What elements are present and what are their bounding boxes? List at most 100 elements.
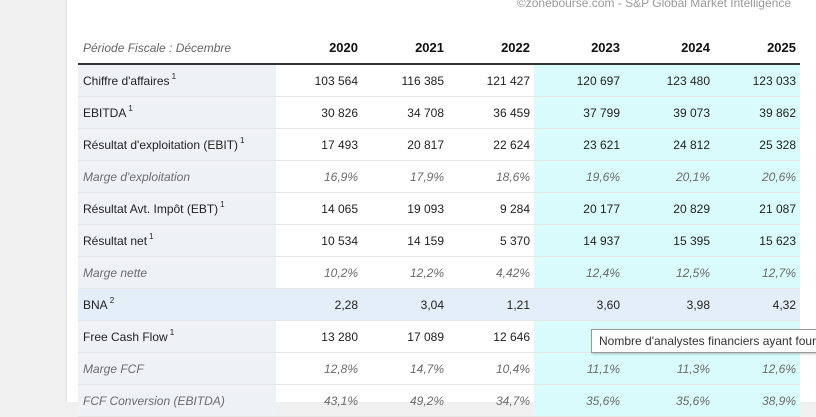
value-cell: 37 799 xyxy=(534,96,624,129)
value-cell: 13 280 xyxy=(276,320,362,353)
value-cell: 12,2% xyxy=(362,256,448,289)
row-label[interactable]: Free Cash Flow 1 xyxy=(78,320,276,353)
value-cell: 3,98 xyxy=(624,288,714,321)
row-label[interactable]: Chiffre d'affaires 1 xyxy=(78,64,276,97)
table-row: BNA 2 2,28 3,04 1,21 3,60 3,98 4,32 xyxy=(78,288,800,321)
footnote-marker[interactable]: 2 xyxy=(110,296,114,305)
row-label-text: FCF Conversion (EBITDA) xyxy=(83,393,225,408)
row-label-text: Résultat net xyxy=(83,233,148,248)
value-cell: 17 493 xyxy=(276,128,362,161)
footnote-marker[interactable]: 1 xyxy=(240,136,244,145)
value-cell: 123 033 xyxy=(714,64,800,97)
table-row: Chiffre d'affaires 1 103 564 116 385 121 427… xyxy=(78,64,800,97)
value-cell: 4,42% xyxy=(448,256,534,289)
value-cell: 43,1% xyxy=(276,384,362,417)
value-cell: 22 624 xyxy=(448,128,534,161)
row-label[interactable]: Marge d'exploitation xyxy=(78,160,276,193)
value-cell: 5 370 xyxy=(448,224,534,257)
value-cell: 9 284 xyxy=(448,192,534,225)
value-cell: 20,1% xyxy=(624,160,714,193)
value-cell: 10 534 xyxy=(276,224,362,257)
row-label[interactable]: Marge FCF xyxy=(78,352,276,385)
value-cell: 120 697 xyxy=(534,64,624,97)
row-label[interactable]: Marge nette xyxy=(78,256,276,289)
value-cell: 4,32 xyxy=(714,288,800,321)
row-label[interactable]: Résultat d'exploitation (EBIT) 1 xyxy=(78,128,276,161)
value-cell: 12,4% xyxy=(534,256,624,289)
value-cell: 15 623 xyxy=(714,224,800,257)
row-label[interactable]: EBITDA 1 xyxy=(78,96,276,129)
value-cell: 10,4% xyxy=(448,352,534,385)
table-row: FCF Conversion (EBITDA) 43,1% 49,2% 34,7% 35… xyxy=(78,384,800,417)
table-row: Résultat Avt. Impôt (EBT) 1 14 065 19 093 9 … xyxy=(78,192,800,225)
footnote-marker[interactable]: 1 xyxy=(172,72,176,81)
row-label[interactable]: FCF Conversion (EBITDA) xyxy=(78,384,276,417)
value-cell: 16,9% xyxy=(276,160,362,193)
value-cell: 14,7% xyxy=(362,352,448,385)
table-row: Marge d'exploitation 16,9% 17,9% 18,6% 19,6%… xyxy=(78,160,800,193)
row-label-text: Marge FCF xyxy=(83,361,144,376)
value-cell: 20 177 xyxy=(534,192,624,225)
year-header: 2022 xyxy=(448,32,534,65)
value-cell: 10,2% xyxy=(276,256,362,289)
value-cell: 12,8% xyxy=(276,352,362,385)
table-row: Marge nette 10,2% 12,2% 4,42% 12,4% 12,5% 12,7… xyxy=(78,256,800,289)
row-label-text: Free Cash Flow xyxy=(83,329,168,344)
fiscal-period-label: Période Fiscale : Décembre xyxy=(78,32,276,65)
value-cell: 12,7% xyxy=(714,256,800,289)
value-cell: 3,60 xyxy=(534,288,624,321)
value-cell: 35,6% xyxy=(624,384,714,417)
value-cell: 103 564 xyxy=(276,64,362,97)
value-cell: 25 328 xyxy=(714,128,800,161)
value-cell: 17,9% xyxy=(362,160,448,193)
value-cell: 20 829 xyxy=(624,192,714,225)
source-credit: ©zonebourse.com - S&P Global Market Inte… xyxy=(516,0,791,10)
table-row: EBITDA 1 30 826 34 708 36 459 37 799 39 073 39 … xyxy=(78,96,800,129)
value-cell: 15 395 xyxy=(624,224,714,257)
row-label-text: EBITDA xyxy=(83,105,127,120)
value-cell: 24 812 xyxy=(624,128,714,161)
value-cell: 12,6% xyxy=(714,352,800,385)
value-cell: 34,7% xyxy=(448,384,534,417)
row-label[interactable]: Résultat Avt. Impôt (EBT) 1 xyxy=(78,192,276,225)
header-row: Période Fiscale : Décembre 2020 2021 202… xyxy=(78,32,800,65)
value-cell: 18,6% xyxy=(448,160,534,193)
analyst-count-tooltip: Nombre d'analystes financiers ayant four… xyxy=(591,329,816,353)
value-cell: 14 937 xyxy=(534,224,624,257)
row-label-text: BNA xyxy=(83,297,108,312)
year-header: 2025 xyxy=(714,32,800,65)
value-cell: 39 073 xyxy=(624,96,714,129)
value-cell: 36 459 xyxy=(448,96,534,129)
value-cell: 12,5% xyxy=(624,256,714,289)
value-cell: 20,6% xyxy=(714,160,800,193)
value-cell: 20 817 xyxy=(362,128,448,161)
table-row: Résultat d'exploitation (EBIT) 1 17 493 20 … xyxy=(78,128,800,161)
table-row: Résultat net 1 10 534 14 159 5 370 14 937 15 3… xyxy=(78,224,800,257)
footnote-marker[interactable]: 1 xyxy=(149,232,153,241)
financials-table: Période Fiscale : Décembre 2020 2021 202… xyxy=(78,32,800,417)
footnote-marker[interactable]: 1 xyxy=(220,200,224,209)
value-cell: 1,21 xyxy=(448,288,534,321)
value-cell: 19 093 xyxy=(362,192,448,225)
year-header: 2023 xyxy=(534,32,624,65)
row-label-text: Résultat Avt. Impôt (EBT) xyxy=(83,201,219,216)
value-cell: 11,3% xyxy=(624,352,714,385)
footnote-marker[interactable]: 1 xyxy=(170,328,174,337)
value-cell: 39 862 xyxy=(714,96,800,129)
year-header: 2021 xyxy=(362,32,448,65)
value-cell: 3,04 xyxy=(362,288,448,321)
value-cell: 11,1% xyxy=(534,352,624,385)
row-label[interactable]: Résultat net 1 xyxy=(78,224,276,257)
value-cell: 38,9% xyxy=(714,384,800,417)
row-label-text: Chiffre d'affaires xyxy=(83,73,170,88)
value-cell: 34 708 xyxy=(362,96,448,129)
value-cell: 123 480 xyxy=(624,64,714,97)
value-cell: 23 621 xyxy=(534,128,624,161)
value-cell: 121 427 xyxy=(448,64,534,97)
value-cell: 35,6% xyxy=(534,384,624,417)
row-label[interactable]: BNA 2 xyxy=(78,288,276,321)
value-cell: 21 087 xyxy=(714,192,800,225)
footnote-marker[interactable]: 1 xyxy=(128,104,132,113)
value-cell: 49,2% xyxy=(362,384,448,417)
value-cell: 19,6% xyxy=(534,160,624,193)
